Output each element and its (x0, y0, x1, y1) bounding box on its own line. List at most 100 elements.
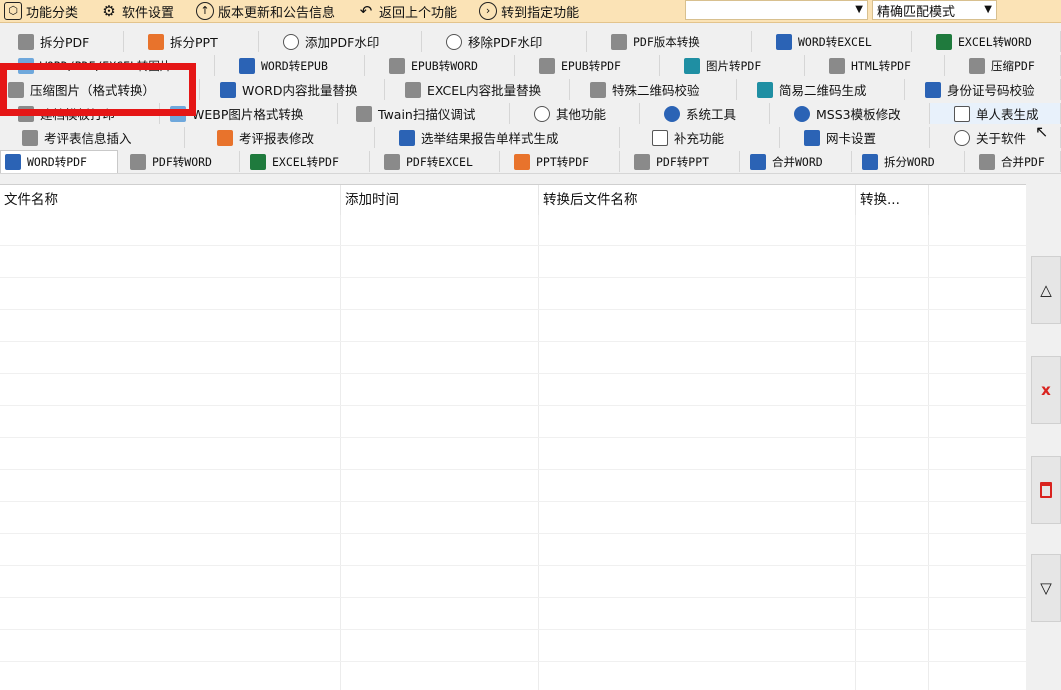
ppt-icon (148, 33, 164, 50)
image-icon (170, 105, 186, 122)
tab-webp-convert[interactable]: WEBP图片格式转换 (160, 103, 338, 124)
back-previous-button[interactable]: ↶ 返回上个功能 (353, 0, 461, 22)
tab-add-pdf-watermark[interactable]: 添加PDF水印 (259, 31, 422, 52)
tab-label: 系统工具 (686, 107, 737, 122)
more-icon (534, 105, 550, 122)
compress-icon (8, 81, 24, 98)
tab-compress-pdf[interactable]: 压缩PDF (945, 55, 1061, 76)
match-mode-value: 精确匹配模式 (877, 4, 956, 20)
tab-epub-to-word[interactable]: EPUB转WORD (365, 55, 515, 76)
tab-id-number-check[interactable]: 身份证号码校验 (905, 79, 1061, 100)
tab-evaluation-info-insert[interactable]: 考评表信息插入 (0, 127, 185, 148)
file-list-table[interactable]: 文件名称 添加时间 转换后文件名称 转换... (0, 184, 1026, 690)
tab-archive-template-print[interactable]: 建档模板打印 (0, 103, 160, 124)
tab-html-to-pdf[interactable]: HTML转PDF (805, 55, 945, 76)
tab-label: 选举结果报告单样式生成 (421, 131, 559, 146)
back-arrow-icon: ↶ (359, 2, 373, 20)
tab-ppt-to-pdf[interactable]: PPT转PDF (500, 151, 620, 172)
tab-supplementary-functions[interactable]: 补充功能 (620, 127, 780, 148)
tab-label: PDF转WORD (152, 154, 212, 169)
move-up-button[interactable]: △ (1031, 256, 1061, 324)
image-icon (18, 57, 34, 74)
qrcode-icon (590, 81, 606, 98)
tab-word-to-pdf[interactable]: WORD转PDF (0, 150, 118, 173)
tab-twain-debug[interactable]: Twain扫描仪调试 (338, 103, 510, 124)
tab-label: 拆分PPT (170, 35, 218, 50)
tab-word-batch-replace[interactable]: WORD内容批量替换 (200, 79, 385, 100)
tab-word-to-epub[interactable]: WORD转EPUB (215, 55, 365, 76)
tab-split-ppt[interactable]: 拆分PPT (124, 31, 259, 52)
tab-system-tools[interactable]: 系统工具 (640, 103, 770, 124)
function-search-combo[interactable]: ▼ (685, 0, 868, 20)
tab-excel-batch-replace[interactable]: EXCEL内容批量替换 (385, 79, 570, 100)
tab-label: 图片转PDF (706, 58, 762, 73)
column-header-converted-name[interactable]: 转换后文件名称 (539, 185, 856, 215)
tab-pdf-version-convert[interactable]: PDF版本转换 (587, 31, 752, 52)
tab-label: 压缩PDF (991, 58, 1035, 73)
column-header-added-time[interactable]: 添加时间 (341, 185, 539, 215)
table-row (0, 405, 1026, 438)
tab-merge-word[interactable]: 合并WORD (740, 151, 852, 172)
goto-function-button[interactable]: › 转到指定功能 (475, 0, 583, 22)
tab-label: 身份证号码校验 (947, 83, 1035, 98)
document-icon (652, 129, 668, 146)
chevron-down-icon[interactable]: ▼ (984, 4, 992, 15)
tab-excel-to-word[interactable]: EXCEL转WORD (912, 31, 1061, 52)
software-settings-button[interactable]: ⚙ 软件设置 (96, 0, 178, 22)
tab-special-qrcode-check[interactable]: 特殊二维码校验 (570, 79, 737, 100)
tab-epub-to-pdf[interactable]: EPUB转PDF (515, 55, 660, 76)
tab-label: WORD转EXCEL (798, 34, 872, 49)
network-icon (804, 129, 820, 146)
move-down-button[interactable]: ▽ (1031, 554, 1061, 622)
tab-row-6: WORD转PDF PDF转WORD EXCEL转PDF PDF转EXCEL PP… (0, 149, 1061, 174)
hexagon-icon: ⬡ (4, 2, 22, 20)
watermark-icon (283, 33, 299, 50)
tab-remove-pdf-watermark[interactable]: 移除PDF水印 (422, 31, 587, 52)
scanner-icon (356, 105, 372, 122)
tab-other-functions[interactable]: 其他功能 (510, 103, 640, 124)
tab-label: WORD内容批量替换 (242, 83, 358, 98)
tab-label: 合并WORD (772, 154, 823, 169)
tab-label: HTML转PDF (851, 58, 911, 73)
tab-single-table-generate[interactable]: 单人表生成 (930, 103, 1061, 124)
tab-simple-qrcode-generate[interactable]: 简易二维码生成 (737, 79, 905, 100)
tab-image-to-pdf[interactable]: 图片转PDF (660, 55, 805, 76)
tab-row-3: 压缩图片（格式转换） WORD内容批量替换 EXCEL内容批量替换 特殊二维码校… (0, 77, 1061, 102)
table-row (0, 215, 1026, 246)
word-icon (220, 81, 236, 98)
tab-election-report-style[interactable]: 选举结果报告单样式生成 (375, 127, 620, 148)
id-card-icon (925, 81, 941, 98)
tab-label: 移除PDF水印 (468, 35, 543, 50)
tab-word-to-excel[interactable]: WORD转EXCEL (752, 31, 912, 52)
tab-network-card-settings[interactable]: 网卡设置 (780, 127, 930, 148)
tab-split-word[interactable]: 拆分WORD (852, 151, 965, 172)
tab-pdf-to-ppt[interactable]: PDF转PPT (620, 151, 740, 172)
pdf-icon (979, 153, 995, 170)
tab-evaluation-report-edit[interactable]: 考评报表修改 (185, 127, 375, 148)
column-header-status[interactable]: 转换... (856, 185, 929, 215)
table-row (0, 437, 1026, 470)
tab-label: 特殊二维码校验 (612, 83, 700, 98)
tab-pdf-to-word[interactable]: PDF转WORD (118, 151, 240, 172)
back-previous-label: 返回上个功能 (379, 5, 458, 21)
tab-label: 合并PDF (1001, 154, 1045, 169)
function-category-button[interactable]: ⬡ 功能分类 (0, 0, 82, 22)
remove-item-button[interactable]: x (1031, 356, 1061, 424)
match-mode-select[interactable]: 精确匹配模式 ▼ (872, 0, 997, 20)
tab-mss3-template-edit[interactable]: MSS3模板修改 (770, 103, 930, 124)
tab-merge-pdf[interactable]: 合并PDF (965, 151, 1061, 172)
tab-compress-image[interactable]: 压缩图片（格式转换） (0, 79, 200, 100)
tab-pdf-to-excel[interactable]: PDF转EXCEL (370, 151, 500, 172)
tab-excel-to-pdf[interactable]: EXCEL转PDF (240, 151, 370, 172)
table-icon (399, 129, 415, 146)
column-header-file-name[interactable]: 文件名称 (0, 185, 341, 215)
clear-list-button[interactable] (1031, 456, 1061, 524)
table-row (0, 629, 1026, 662)
tab-row-1: 拆分PDF 拆分PPT 添加PDF水印 移除PDF水印 PDF版本转换 WORD… (0, 29, 1061, 54)
tab-split-pdf[interactable]: 拆分PDF (0, 31, 124, 52)
version-update-button[interactable]: ↑ 版本更新和公告信息 (192, 0, 339, 22)
word-icon (776, 33, 792, 50)
ppt-icon (514, 153, 530, 170)
chevron-down-icon[interactable]: ▼ (855, 4, 863, 15)
tab-office-to-image[interactable]: WORD/PDF/EXCEL转图片 (0, 55, 215, 76)
